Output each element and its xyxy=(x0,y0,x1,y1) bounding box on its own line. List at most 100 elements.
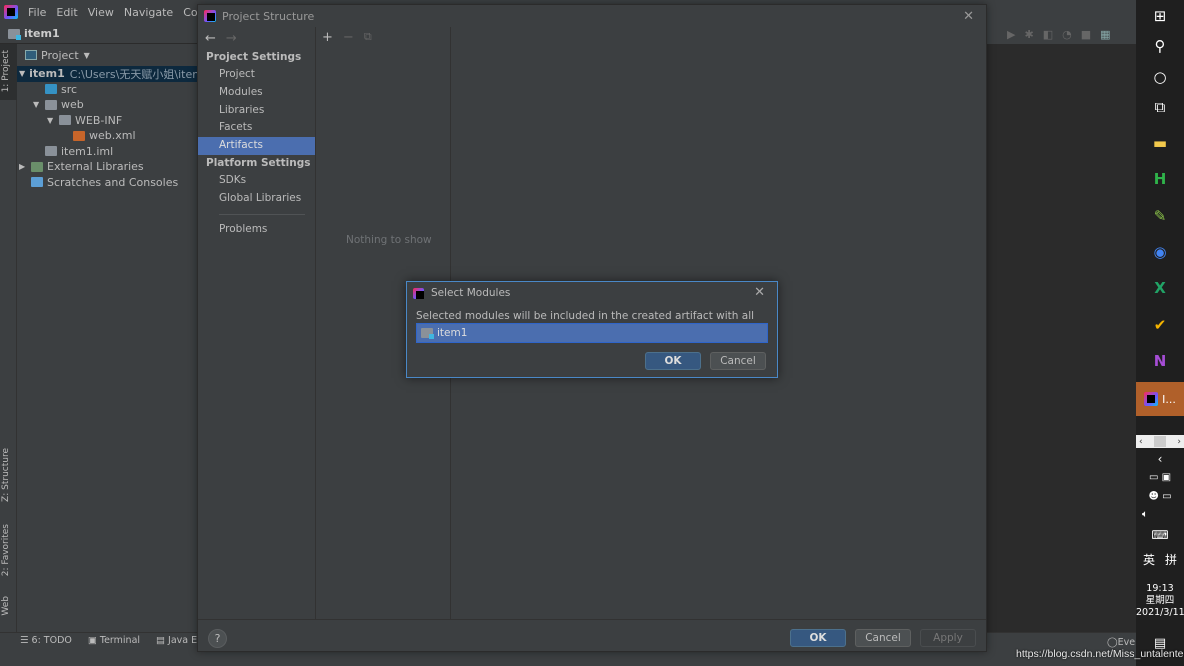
search-icon[interactable]: ⚲ xyxy=(1136,31,1184,61)
project-tool-tab[interactable]: 1: Project xyxy=(1,50,11,92)
onenote-icon[interactable]: N xyxy=(1136,346,1184,376)
web-folder-icon xyxy=(45,99,57,110)
tree-item[interactable]: ▼ web xyxy=(17,97,197,113)
tree-item[interactable]: ▼ item1 C:\Users\无天赋小姐\item\it xyxy=(17,66,214,82)
nav-problems[interactable]: Problems xyxy=(198,221,315,239)
intellij-logo-icon xyxy=(4,5,18,19)
expand-arrow-icon[interactable]: ▶ xyxy=(19,162,31,171)
watermark: https://blog.csdn.net/Miss_untalented xyxy=(1016,648,1184,660)
xml-file-icon xyxy=(73,130,85,141)
nav-artifacts[interactable]: Artifacts xyxy=(198,137,315,155)
file-explorer-icon[interactable]: ▬ xyxy=(1136,128,1184,158)
ime-indicator[interactable]: 英拼 xyxy=(1136,544,1184,574)
intellij-logo-icon xyxy=(204,10,216,22)
todo-tab[interactable]: ☰ 6: TODO xyxy=(20,635,72,646)
menu-file[interactable]: File xyxy=(28,6,46,19)
notepad-app-icon[interactable]: ✎ xyxy=(1136,201,1184,231)
select-modules-dialog: Select Modules ✕ Selected modules will b… xyxy=(406,281,778,378)
module-folder-icon xyxy=(421,328,434,339)
tree-item-path: C:\Users\无天赋小姐\item\it xyxy=(69,67,215,81)
hbuilder-icon[interactable]: H xyxy=(1136,164,1184,194)
coverage-icon[interactable]: ◧ xyxy=(1043,28,1053,41)
project-view-selector[interactable]: Project ▼ xyxy=(17,44,197,66)
expand-arrow-icon[interactable]: ▼ xyxy=(19,69,25,78)
tree-item-label: web.xml xyxy=(89,129,136,143)
project-structure-icon[interactable]: ▦ xyxy=(1100,28,1110,41)
nav-sdks[interactable]: SDKs xyxy=(198,172,315,190)
expand-arrow-icon[interactable]: ▼ xyxy=(33,100,45,109)
profile-icon[interactable]: ◔ xyxy=(1062,28,1072,41)
module-folder-icon xyxy=(8,28,21,40)
intellij-taskbar-button[interactable]: I... xyxy=(1136,382,1184,416)
dialog-title: Select Modules xyxy=(431,287,511,299)
iml-file-icon xyxy=(45,146,57,157)
stop-icon[interactable]: ■ xyxy=(1081,28,1091,41)
tree-item[interactable]: Scratches and Consoles xyxy=(17,175,197,191)
excel-icon[interactable]: X xyxy=(1136,273,1184,303)
dialog-footer: ? OK Cancel Apply xyxy=(198,619,986,653)
tree-item[interactable]: src xyxy=(17,82,197,98)
structure-tool-tab[interactable]: Z: Structure xyxy=(1,448,11,502)
task-view-icon[interactable]: ⧉ xyxy=(1136,92,1184,122)
java-enterprise-icon: ▤ xyxy=(156,635,169,646)
forward-arrow-icon[interactable]: → xyxy=(226,31,237,46)
tree-item[interactable]: ▼ WEB-INF xyxy=(17,113,197,129)
clock[interactable]: 19:13 星期四 2021/3/11 xyxy=(1136,583,1184,619)
close-icon[interactable]: ✕ xyxy=(963,9,974,24)
tree-item-label: item1.iml xyxy=(61,144,114,158)
module-list-item[interactable]: item1 xyxy=(416,323,768,343)
expand-arrow-icon[interactable]: ▼ xyxy=(47,116,59,125)
add-icon[interactable]: + xyxy=(322,30,333,45)
nav-libraries[interactable]: Libraries xyxy=(198,102,315,120)
project-tree[interactable]: ▼ item1 C:\Users\无天赋小姐\item\it src ▼ web ▼ WEB-… xyxy=(17,66,214,191)
platform-settings-header: Platform Settings xyxy=(206,156,311,169)
tree-item[interactable]: item1.iml xyxy=(17,144,197,160)
debug-icon[interactable]: ✱ xyxy=(1024,28,1033,41)
empty-text: Nothing to show xyxy=(346,234,432,246)
ok-button[interactable]: OK xyxy=(645,352,701,370)
cancel-button[interactable]: Cancel xyxy=(855,629,911,647)
chrome-icon[interactable]: ◉ xyxy=(1136,237,1184,267)
apply-button[interactable]: Apply xyxy=(920,629,976,647)
back-arrow-icon[interactable]: ← xyxy=(205,31,216,46)
close-icon[interactable]: ✕ xyxy=(754,285,765,300)
library-icon xyxy=(31,161,43,172)
menu-edit[interactable]: Edit xyxy=(56,6,77,19)
tree-item-label: src xyxy=(61,82,78,96)
windows-start-icon[interactable]: ⊞ xyxy=(1136,1,1184,31)
ticktick-icon[interactable]: ✔ xyxy=(1136,310,1184,340)
menu-navigate[interactable]: Navigate xyxy=(124,6,173,19)
nav-global-libraries[interactable]: Global Libraries xyxy=(198,190,315,208)
nav-project[interactable]: Project xyxy=(198,66,315,84)
tree-item-label: External Libraries xyxy=(47,160,144,174)
cortana-icon[interactable]: ○ xyxy=(1136,62,1184,92)
tree-item[interactable]: ▶ External Libraries xyxy=(17,159,197,175)
tree-item-label: WEB-INF xyxy=(75,113,123,127)
settings-nav: ← → Project Settings Project Modules Libra… xyxy=(198,27,316,619)
remove-icon[interactable]: − xyxy=(343,30,354,45)
windows-taskbar: ⊞ ⚲ ○ ⧉ ▬ H ✎ ◉ X ✔ N I... ‹ › ‹ ▭ ▣ ☻ ▭ … xyxy=(1136,0,1184,666)
nav-facets[interactable]: Facets xyxy=(198,119,315,137)
help-button[interactable]: ? xyxy=(208,629,227,648)
ok-button[interactable]: OK xyxy=(790,629,846,647)
copy-icon[interactable]: ⧉ xyxy=(364,30,372,44)
source-folder-icon xyxy=(45,84,57,95)
terminal-tab[interactable]: ▣ Terminal xyxy=(88,635,140,646)
favorites-tool-tab[interactable]: 2: Favorites xyxy=(1,524,11,576)
project-settings-header: Project Settings xyxy=(206,51,302,63)
project-view-icon xyxy=(25,50,37,60)
intellij-logo-icon xyxy=(413,287,424,299)
event-log-button[interactable]: ◯Eve xyxy=(1107,637,1135,648)
run-icon[interactable]: ▶ xyxy=(1007,28,1015,41)
web-tool-tab[interactable]: Web xyxy=(1,596,11,616)
dialog-title: Project Structure xyxy=(222,9,315,23)
breadcrumb-project[interactable]: item1 xyxy=(24,27,60,40)
run-toolbar: ▶ ✱ ◧ ◔ ■ ▦ xyxy=(987,24,1136,44)
cancel-button[interactable]: Cancel xyxy=(710,352,766,370)
tree-item-label: item1 xyxy=(29,67,65,81)
tree-item[interactable]: web.xml xyxy=(17,128,197,144)
nav-modules[interactable]: Modules xyxy=(198,84,315,102)
menu-view[interactable]: View xyxy=(88,6,114,19)
chevron-down-icon: ▼ xyxy=(83,50,90,60)
tree-item-label: Scratches and Consoles xyxy=(47,175,179,189)
